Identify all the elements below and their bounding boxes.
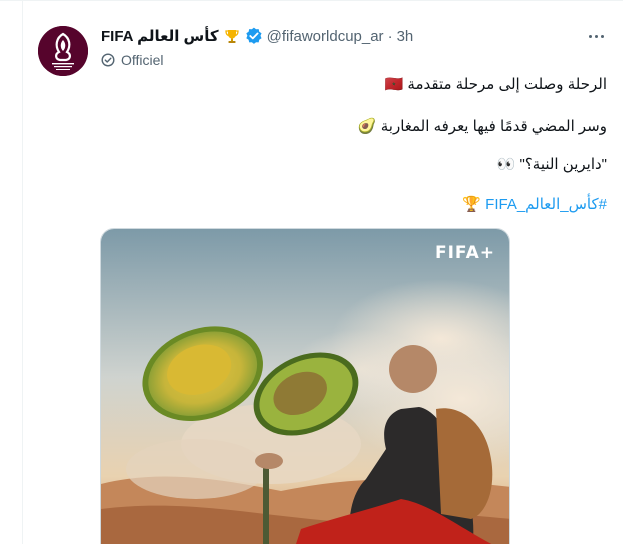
fifa-plus-watermark: FIFA+ bbox=[434, 243, 495, 263]
tweet-media-image[interactable]: FIFA+ bbox=[100, 228, 510, 544]
avatar[interactable] bbox=[38, 26, 88, 76]
affiliation-text: Officiel bbox=[121, 52, 164, 68]
timestamp[interactable]: 3h bbox=[397, 28, 414, 45]
divider bbox=[0, 0, 623, 1]
affiliation-label[interactable]: Officiel bbox=[101, 50, 164, 70]
more-options-icon[interactable] bbox=[585, 28, 607, 44]
display-name[interactable]: FIFA كأس العالم bbox=[101, 27, 219, 45]
world-cup-logo-icon bbox=[38, 26, 88, 76]
hashtag-link[interactable]: #كأس_العالم_FIFA 🏆 bbox=[462, 195, 607, 213]
handle[interactable]: @fifaworldcup_ar bbox=[267, 28, 384, 45]
divider bbox=[22, 0, 23, 544]
separator: · bbox=[387, 27, 393, 45]
tweet-header: FIFA كأس العالم @fifaworldcup_ar · 3h bbox=[101, 25, 413, 47]
verified-badge-icon[interactable] bbox=[245, 27, 263, 45]
tweet-card[interactable]: FIFA كأس العالم @fifaworldcup_ar · 3h Of… bbox=[0, 0, 623, 544]
trophy-icon bbox=[223, 27, 241, 45]
tweet-text-line: وسر المضي قدمًا فيها يعرفه المغاربة 🥑 bbox=[357, 118, 607, 135]
tweet-text-line: "دايرين النية؟" 👀 bbox=[496, 156, 607, 173]
avocado-desert-artwork bbox=[101, 229, 509, 544]
tweet-text-line: الرحلة وصلت إلى مرحلة متقدمة 🇲🇦 bbox=[384, 76, 607, 93]
check-circle-icon bbox=[101, 53, 115, 67]
